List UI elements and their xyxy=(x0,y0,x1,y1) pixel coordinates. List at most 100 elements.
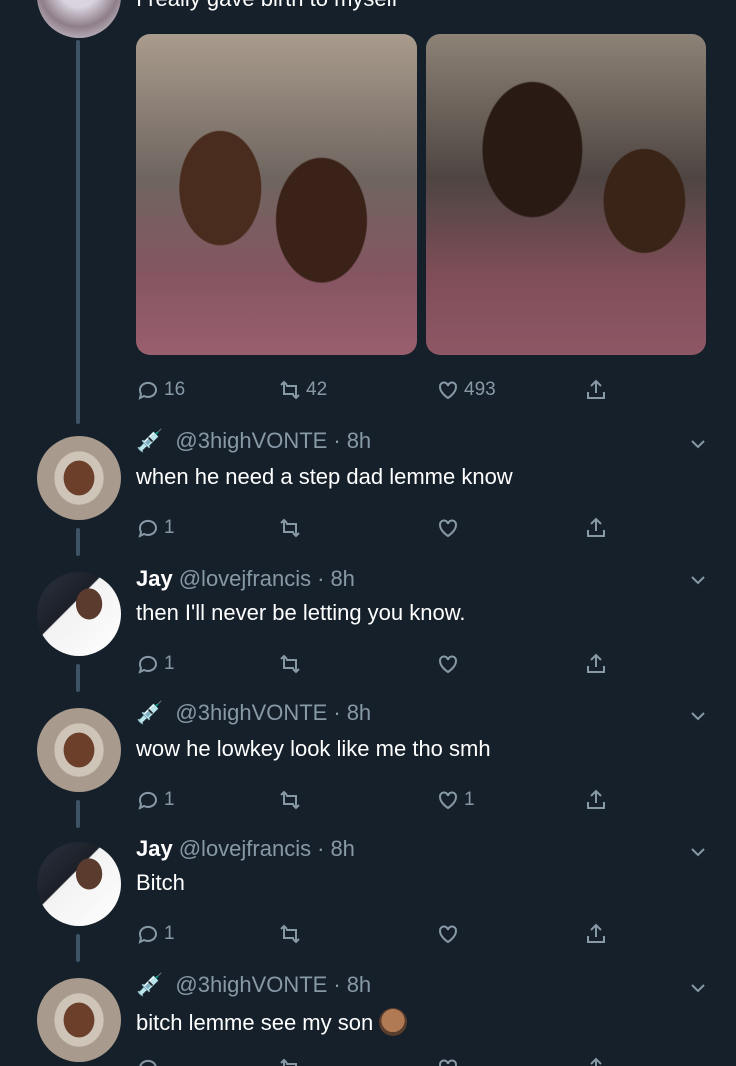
timestamp[interactable]: 8h xyxy=(347,428,371,454)
timestamp[interactable]: 8h xyxy=(347,700,371,726)
reply-button[interactable]: 1 xyxy=(136,922,175,946)
avatar[interactable] xyxy=(37,978,121,1062)
retweet-button[interactable] xyxy=(278,516,302,540)
like-button[interactable] xyxy=(436,1056,460,1066)
tweet-text: I really gave birth to myself xyxy=(136,0,398,12)
syringe-icon: 💉 xyxy=(136,972,164,997)
like-icon xyxy=(439,655,457,674)
reply-button[interactable]: 1 xyxy=(136,788,175,812)
facepalm-emoji-icon xyxy=(379,1008,408,1036)
avatar[interactable] xyxy=(37,842,121,926)
separator: · xyxy=(333,972,341,997)
handle[interactable]: @3highVONTE xyxy=(175,972,327,998)
photo[interactable] xyxy=(425,34,706,355)
retweet-icon xyxy=(280,654,300,674)
timestamp[interactable]: 8h xyxy=(347,972,371,998)
syringe-icon: 💉 xyxy=(136,428,164,453)
retweet-button[interactable] xyxy=(278,1056,302,1066)
like-button[interactable]: 493 xyxy=(436,378,496,402)
tweet-actions: 1 xyxy=(136,650,616,678)
handle[interactable]: @3highVONTE xyxy=(175,700,327,726)
reply-button[interactable] xyxy=(136,1056,160,1066)
reply-count: 1 xyxy=(164,923,175,944)
share-button[interactable] xyxy=(584,922,608,946)
share-icon xyxy=(587,379,605,399)
share-button[interactable] xyxy=(584,378,608,402)
retweet-button[interactable]: 42 xyxy=(278,378,327,402)
separator: · xyxy=(333,428,341,453)
thread-line xyxy=(76,528,80,556)
tweet-header: 💉 @3highVONTE · 8h xyxy=(136,700,371,726)
avatar[interactable] xyxy=(37,0,121,38)
display-name[interactable]: Jay xyxy=(136,566,173,592)
tweet-menu-button[interactable] xyxy=(688,842,708,862)
photo[interactable] xyxy=(136,34,417,355)
tweet-media xyxy=(136,34,706,355)
separator: · xyxy=(317,836,325,861)
retweet-button[interactable] xyxy=(278,788,302,812)
reply-count: 1 xyxy=(164,653,175,674)
like-icon xyxy=(439,519,457,538)
tweet-text: when he need a step dad lemme know xyxy=(136,464,513,489)
reply-icon xyxy=(138,925,157,944)
tweet-text: wow he lowkey look like me tho smh xyxy=(136,736,491,761)
reply-button[interactable]: 1 xyxy=(136,516,175,540)
like-button[interactable] xyxy=(436,516,460,540)
display-name[interactable]: Jay xyxy=(136,836,173,862)
like-button[interactable] xyxy=(436,922,460,946)
separator: · xyxy=(333,700,341,725)
tweet-menu-button[interactable] xyxy=(688,570,708,590)
thread-line xyxy=(76,800,80,828)
reply-icon xyxy=(138,381,157,400)
retweet-button[interactable] xyxy=(278,652,302,676)
reply-button[interactable]: 16 xyxy=(136,378,185,402)
retweet-icon xyxy=(280,924,300,944)
tweet-menu-button[interactable] xyxy=(688,434,708,454)
share-button[interactable] xyxy=(584,652,608,676)
avatar[interactable] xyxy=(37,436,121,520)
like-count: 493 xyxy=(464,379,496,400)
reply-icon xyxy=(138,791,157,810)
share-icon xyxy=(587,517,605,537)
like-count: 1 xyxy=(464,789,475,810)
like-icon xyxy=(439,1059,457,1066)
syringe-icon: 💉 xyxy=(136,700,164,725)
like-button[interactable] xyxy=(436,652,460,676)
separator: · xyxy=(317,566,325,591)
reply-count: 1 xyxy=(164,789,175,810)
timestamp[interactable]: 8h xyxy=(330,836,354,862)
share-button[interactable] xyxy=(584,1056,608,1066)
avatar[interactable] xyxy=(37,572,121,656)
caret-down-icon xyxy=(691,848,705,857)
caret-down-icon xyxy=(691,984,705,993)
tweet-actions: 1 xyxy=(136,514,616,542)
reply-button[interactable]: 1 xyxy=(136,652,175,676)
like-icon xyxy=(439,381,457,400)
tweet-actions: 16 42 493 xyxy=(136,376,616,404)
share-button[interactable] xyxy=(584,516,608,540)
timestamp[interactable]: 8h xyxy=(330,566,354,592)
thread-line xyxy=(76,40,80,424)
share-button[interactable] xyxy=(584,788,608,812)
handle[interactable]: @3highVONTE xyxy=(175,428,327,454)
like-button[interactable]: 1 xyxy=(436,788,475,812)
caret-down-icon xyxy=(691,712,705,721)
tweet-text-content: bitch lemme see my son xyxy=(136,1010,374,1035)
handle[interactable]: @lovejfrancis xyxy=(179,566,311,592)
share-icon xyxy=(587,653,605,673)
share-icon xyxy=(587,923,605,943)
like-icon xyxy=(439,791,457,810)
retweet-button[interactable] xyxy=(278,922,302,946)
tweet-text: Bitch xyxy=(136,870,185,895)
reply-icon xyxy=(138,655,157,674)
tweet-header: 💉 @3highVONTE · 8h xyxy=(136,972,371,998)
avatar[interactable] xyxy=(37,708,121,792)
retweet-icon xyxy=(280,380,300,400)
tweet-menu-button[interactable] xyxy=(688,706,708,726)
tweet-actions: 1 1 xyxy=(136,786,616,814)
tweet-actions xyxy=(136,1054,616,1066)
retweet-icon xyxy=(280,790,300,810)
handle[interactable]: @lovejfrancis xyxy=(179,836,311,862)
tweet-menu-button[interactable] xyxy=(688,978,708,998)
reply-icon xyxy=(139,1059,157,1066)
